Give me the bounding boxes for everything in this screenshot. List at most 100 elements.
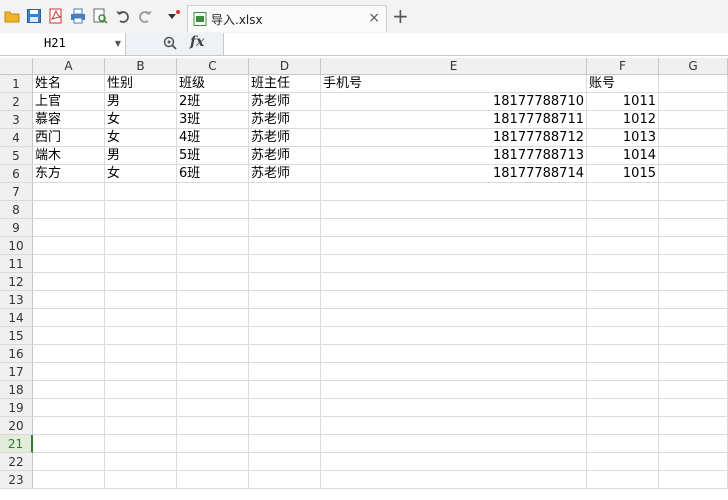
- grid-cell[interactable]: [587, 327, 659, 345]
- grid-cell[interactable]: [249, 219, 321, 237]
- grid-cell[interactable]: [105, 309, 177, 327]
- print-preview-icon[interactable]: [92, 8, 108, 24]
- grid-cell[interactable]: [249, 201, 321, 219]
- grid-cell[interactable]: 手机号: [321, 75, 587, 93]
- grid-cell[interactable]: [321, 309, 587, 327]
- grid-cell[interactable]: [659, 237, 728, 255]
- grid-cell[interactable]: [659, 381, 728, 399]
- grid-cell[interactable]: [249, 399, 321, 417]
- row-header[interactable]: 15: [0, 327, 33, 345]
- row-header[interactable]: 19: [0, 399, 33, 417]
- grid-cell[interactable]: [33, 471, 105, 489]
- grid-cell[interactable]: [177, 201, 249, 219]
- grid-cell[interactable]: 东方: [33, 165, 105, 183]
- column-header[interactable]: G: [659, 58, 728, 75]
- grid-cell[interactable]: 苏老师: [249, 93, 321, 111]
- column-header[interactable]: B: [105, 58, 177, 75]
- open-folder-icon[interactable]: [4, 8, 20, 24]
- grid-cell[interactable]: 男: [105, 93, 177, 111]
- grid-cell[interactable]: [249, 417, 321, 435]
- select-all-corner[interactable]: [0, 58, 33, 75]
- grid-cell[interactable]: [177, 435, 249, 453]
- grid-cell[interactable]: [659, 453, 728, 471]
- customize-dropdown-icon[interactable]: [166, 8, 182, 24]
- grid-cell[interactable]: [587, 183, 659, 201]
- grid-cell[interactable]: [321, 201, 587, 219]
- grid-cell[interactable]: [659, 219, 728, 237]
- grid-cell[interactable]: 1014: [587, 147, 659, 165]
- grid-cell[interactable]: [249, 471, 321, 489]
- row-header[interactable]: 13: [0, 291, 33, 309]
- grid-cell[interactable]: [177, 183, 249, 201]
- grid-cell[interactable]: [659, 75, 728, 93]
- grid-cell[interactable]: [587, 291, 659, 309]
- grid-cell[interactable]: [659, 147, 728, 165]
- grid-cell[interactable]: [659, 363, 728, 381]
- grid-cell[interactable]: [177, 291, 249, 309]
- grid-cell[interactable]: [321, 219, 587, 237]
- grid-cell[interactable]: [177, 363, 249, 381]
- grid-cell[interactable]: [33, 453, 105, 471]
- grid-cell[interactable]: [33, 183, 105, 201]
- grid-cell[interactable]: [659, 399, 728, 417]
- new-tab-button[interactable]: +: [392, 6, 409, 26]
- row-header[interactable]: 4: [0, 129, 33, 147]
- grid-cell[interactable]: [105, 471, 177, 489]
- grid-cell[interactable]: [321, 471, 587, 489]
- grid-cell[interactable]: 18177788710: [321, 93, 587, 111]
- tab-close-button[interactable]: ×: [368, 10, 380, 26]
- grid-cell[interactable]: 女: [105, 129, 177, 147]
- grid-cell[interactable]: [659, 417, 728, 435]
- grid-cell[interactable]: [321, 273, 587, 291]
- grid-cell[interactable]: [659, 93, 728, 111]
- grid-cell[interactable]: [177, 381, 249, 399]
- grid-cell[interactable]: 18177788712: [321, 129, 587, 147]
- grid-cell[interactable]: [105, 381, 177, 399]
- row-header[interactable]: 2: [0, 93, 33, 111]
- grid-cell[interactable]: [587, 363, 659, 381]
- grid-cell[interactable]: [659, 165, 728, 183]
- grid-cell[interactable]: [659, 327, 728, 345]
- column-header[interactable]: D: [249, 58, 321, 75]
- grid-cell[interactable]: [33, 255, 105, 273]
- export-pdf-icon[interactable]: [48, 8, 64, 24]
- grid-cell[interactable]: 5班: [177, 147, 249, 165]
- grid-cell[interactable]: 4班: [177, 129, 249, 147]
- grid-cell[interactable]: 苏老师: [249, 129, 321, 147]
- grid-cell[interactable]: [587, 345, 659, 363]
- grid-cell[interactable]: 1013: [587, 129, 659, 147]
- grid-cell[interactable]: 西门: [33, 129, 105, 147]
- grid-cell[interactable]: [33, 381, 105, 399]
- grid-cell[interactable]: 男: [105, 147, 177, 165]
- grid-cell[interactable]: 女: [105, 165, 177, 183]
- grid-cell[interactable]: 苏老师: [249, 111, 321, 129]
- grid-cell[interactable]: [105, 291, 177, 309]
- grid-cell[interactable]: [177, 399, 249, 417]
- grid-cell[interactable]: [249, 291, 321, 309]
- grid-cell[interactable]: [105, 237, 177, 255]
- grid-cell[interactable]: 1011: [587, 93, 659, 111]
- grid-cell[interactable]: [249, 255, 321, 273]
- grid-cell[interactable]: 苏老师: [249, 165, 321, 183]
- grid-cell[interactable]: [105, 399, 177, 417]
- row-header[interactable]: 5: [0, 147, 33, 165]
- column-header[interactable]: F: [587, 58, 659, 75]
- grid-cell[interactable]: [321, 453, 587, 471]
- grid-cell[interactable]: [321, 183, 587, 201]
- grid-cell[interactable]: [177, 327, 249, 345]
- grid-cell[interactable]: [177, 255, 249, 273]
- grid-cell[interactable]: [587, 273, 659, 291]
- grid-cell[interactable]: [249, 327, 321, 345]
- grid-cell[interactable]: [105, 453, 177, 471]
- grid-cell[interactable]: [587, 381, 659, 399]
- grid-cell[interactable]: [249, 309, 321, 327]
- row-header[interactable]: 3: [0, 111, 33, 129]
- grid-cell[interactable]: 1015: [587, 165, 659, 183]
- grid-cell[interactable]: 18177788714: [321, 165, 587, 183]
- grid-cell[interactable]: [659, 291, 728, 309]
- grid-cell[interactable]: [587, 435, 659, 453]
- grid-cell[interactable]: [321, 345, 587, 363]
- zoom-icon[interactable]: [163, 36, 177, 50]
- column-header[interactable]: E: [321, 58, 587, 75]
- grid-cell[interactable]: [105, 327, 177, 345]
